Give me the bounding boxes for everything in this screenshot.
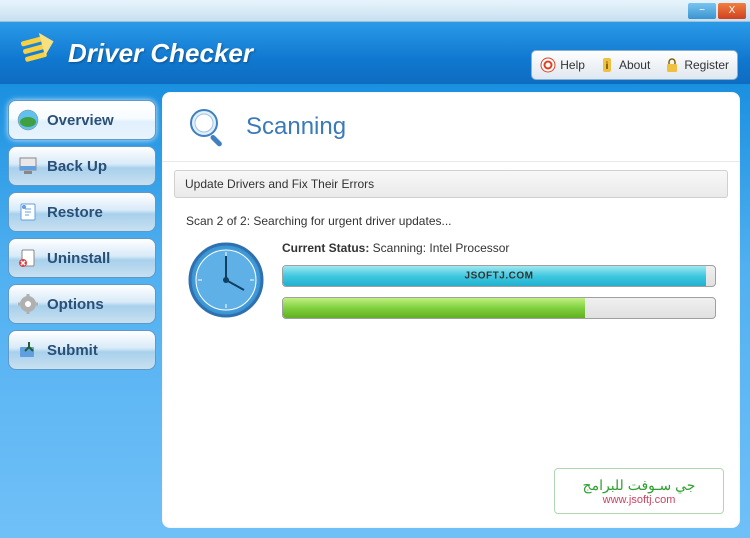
progress-column: Current Status: Scanning: Intel Processo… [282, 241, 716, 319]
watermark-badge: جي سـوفت للبرامج www.jsoftj.com [554, 468, 724, 514]
content-panel: Scanning Update Drivers and Fix Their Er… [162, 92, 740, 528]
header-links-bar: Help i About Register [531, 50, 738, 80]
app-header: Driver Checker Help i About Register [0, 22, 750, 84]
register-link[interactable]: Register [664, 57, 729, 73]
help-label: Help [560, 58, 585, 72]
help-link[interactable]: Help [540, 57, 585, 73]
sidebar-item-label: Back Up [47, 158, 107, 175]
sidebar-item-overview[interactable]: Overview [8, 100, 156, 140]
sidebar-item-label: Restore [47, 204, 103, 221]
backup-icon [17, 155, 39, 177]
scan-area: Current Status: Scanning: Intel Processo… [162, 236, 740, 340]
about-label: About [619, 58, 650, 72]
sidebar-item-label: Uninstall [47, 250, 110, 267]
current-status-label: Current Status: [282, 241, 369, 255]
title-bar: − X [0, 0, 750, 22]
info-bar: Update Drivers and Fix Their Errors [174, 170, 728, 198]
app-logo-icon [16, 32, 58, 74]
clock-icon [186, 240, 266, 320]
close-button[interactable]: X [718, 3, 746, 19]
sidebar-item-label: Options [47, 296, 104, 313]
sidebar-item-label: Overview [47, 112, 114, 129]
uninstall-icon [17, 247, 39, 269]
about-link[interactable]: i About [599, 57, 650, 73]
register-label: Register [684, 58, 729, 72]
scan-status-text: Scan 2 of 2: Searching for urgent driver… [186, 214, 716, 228]
overview-icon [17, 109, 39, 131]
help-icon [540, 57, 556, 73]
options-icon [17, 293, 39, 315]
app-title: Driver Checker [68, 38, 253, 69]
restore-icon [17, 201, 39, 223]
progress-watermark-label: JSOFTJ.COM [465, 271, 534, 282]
body-area: Overview Back Up Restore Uninstall Optio… [0, 84, 750, 538]
register-icon [664, 57, 680, 73]
current-status-value: Scanning: Intel Processor [369, 241, 509, 255]
content-header: Scanning [162, 92, 740, 162]
progress-bar-1: JSOFTJ.COM [282, 265, 716, 287]
magnifier-icon [186, 105, 230, 149]
content-title: Scanning [246, 113, 346, 141]
about-icon: i [599, 57, 615, 73]
sidebar-item-restore[interactable]: Restore [8, 192, 156, 232]
minimize-button[interactable]: − [688, 3, 716, 19]
sidebar-item-backup[interactable]: Back Up [8, 146, 156, 186]
sidebar-item-label: Submit [47, 342, 98, 359]
watermark-ar-text: جي سـوفت للبرامج [583, 477, 696, 494]
sidebar: Overview Back Up Restore Uninstall Optio… [8, 92, 156, 528]
progress-bar-2 [282, 297, 716, 319]
svg-text:i: i [606, 61, 609, 72]
submit-icon [17, 339, 39, 361]
watermark-url-text: www.jsoftj.com [603, 494, 676, 506]
sidebar-item-options[interactable]: Options [8, 284, 156, 324]
sidebar-item-submit[interactable]: Submit [8, 330, 156, 370]
current-status-line: Current Status: Scanning: Intel Processo… [282, 241, 716, 255]
progress-fill-2 [283, 298, 585, 318]
sidebar-item-uninstall[interactable]: Uninstall [8, 238, 156, 278]
